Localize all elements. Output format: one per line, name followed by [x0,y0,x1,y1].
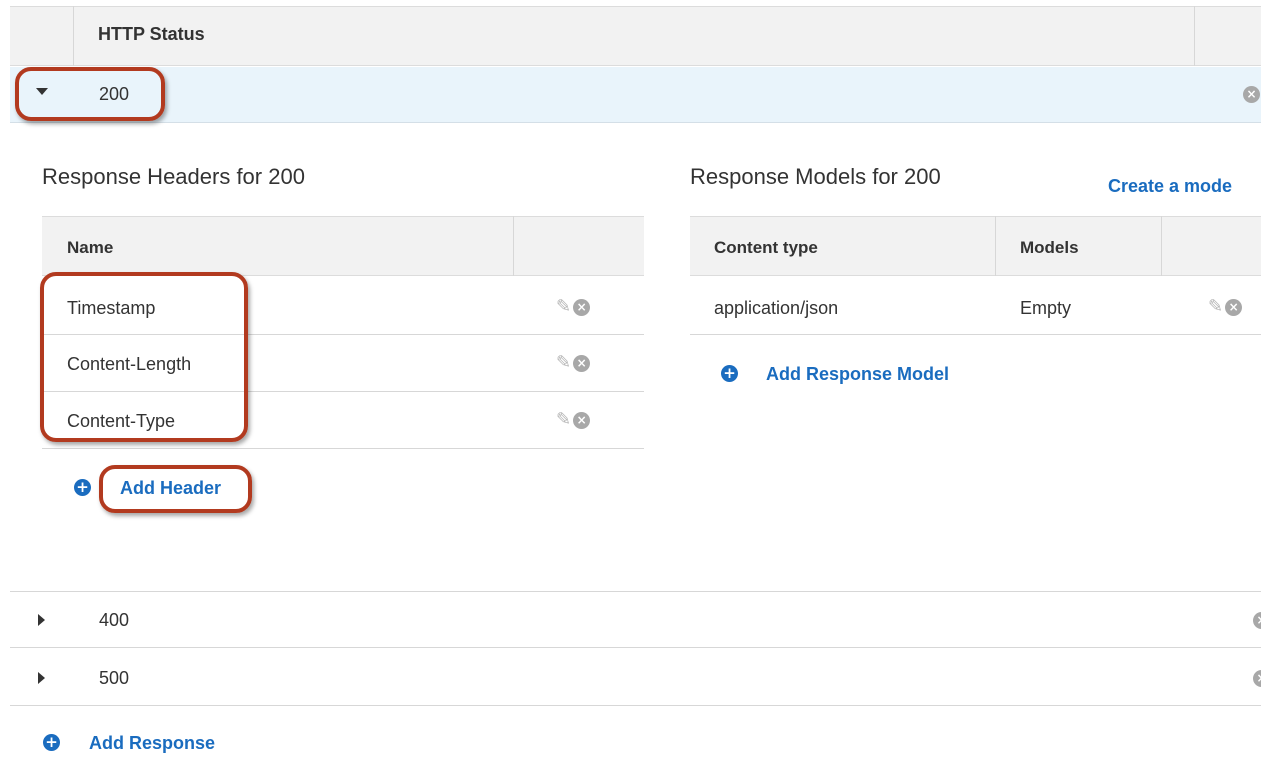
row-divider [42,334,644,335]
plus-circle-icon[interactable]: + [721,365,738,382]
column-divider [73,6,74,66]
caret-right-icon[interactable] [38,672,45,684]
create-model-link[interactable]: Create a mode [1108,176,1232,197]
x-circle-icon[interactable]: × [573,298,591,316]
pencil-icon[interactable]: ✎ [1208,298,1223,316]
add-response-button[interactable]: Add Response [89,733,215,754]
pencil-icon[interactable]: ✎ [556,411,571,429]
plus-circle-icon[interactable]: + [43,734,60,751]
caret-right-icon[interactable] [38,614,45,626]
headers-table-header [42,216,644,276]
caret-down-icon[interactable] [36,88,48,95]
row-actions: ✎ × [556,354,591,372]
models-column-header: Models [1020,238,1079,257]
http-status-column-header: HTTP Status [98,24,205,44]
row-divider [10,705,1261,706]
pencil-icon[interactable]: ✎ [556,354,571,372]
header-name-content-type: Content-Type [67,411,176,431]
column-divider [1161,216,1162,276]
plus-circle-icon[interactable]: + [74,479,91,496]
row-actions: ✎ × [556,411,591,429]
response-headers-title: Response Headers for 200 [42,164,305,189]
response-row-200[interactable] [10,67,1261,123]
response-models-title: Response Models for 200 [690,164,941,189]
response-code-200: 200 [99,84,130,104]
header-name-timestamp: Timestamp [67,298,156,318]
x-circle-icon[interactable]: × [1243,86,1260,103]
column-divider [995,216,996,276]
row-divider [690,334,1261,335]
column-divider [1194,6,1195,66]
header-name-content-length: Content-Length [67,354,192,374]
x-circle-icon[interactable]: × [573,411,591,429]
x-circle-icon[interactable]: × [1253,612,1261,629]
response-code-400: 400 [99,610,130,630]
add-response-model-button[interactable]: Add Response Model [766,364,949,385]
name-column-header: Name [67,238,114,257]
row-actions: ✎ × [556,298,591,316]
row-divider [10,647,1261,648]
x-circle-icon[interactable]: × [1253,670,1261,687]
x-circle-icon[interactable]: × [573,354,591,372]
model-value: Empty [1020,298,1072,318]
row-divider [10,591,1261,592]
row-divider [42,448,644,449]
x-circle-icon[interactable]: × [1225,298,1243,316]
column-divider [513,216,514,276]
pencil-icon[interactable]: ✎ [556,298,571,316]
add-header-button[interactable]: Add Header [120,478,221,499]
content-type-value: application/json [714,298,839,318]
response-code-500: 500 [99,668,130,688]
row-divider [42,391,644,392]
content-type-column-header: Content type [714,238,818,257]
row-actions: ✎ × [1208,298,1243,316]
